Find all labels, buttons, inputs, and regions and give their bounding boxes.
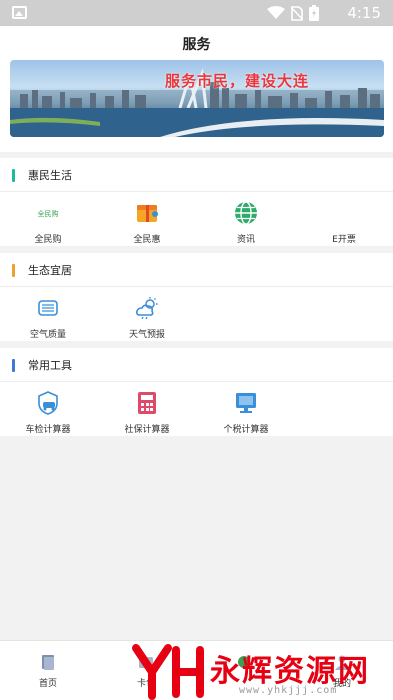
quanmingou-logo-icon: 全民购 xyxy=(35,206,61,220)
tax-monitor-icon xyxy=(236,393,256,413)
banner-container: 服务市民，建设大连 xyxy=(0,60,393,152)
watermark-logo-icon xyxy=(132,644,204,700)
image-notification-icon xyxy=(12,6,27,19)
svg-text:全民购: 全民购 xyxy=(38,209,59,218)
section-title: 生态宜居 xyxy=(28,264,72,277)
service-item-weather[interactable]: 天气预报 xyxy=(107,295,187,340)
section-grid: 车检计算器 社保计算器 个税计算器 xyxy=(0,382,393,442)
tab-home[interactable]: 首页 xyxy=(18,653,78,689)
section-huimin-life: 惠民生活 全民购 全民购 全民惠 资讯 E开票 xyxy=(0,158,393,246)
status-icons xyxy=(267,5,319,21)
service-item-social-security-calc[interactable]: 社保计算器 xyxy=(107,390,187,435)
clock: 4:15 xyxy=(347,4,381,22)
home-icon xyxy=(42,655,54,670)
section-grid: 空气质量 天气预报 xyxy=(0,287,393,347)
tab-label: 首页 xyxy=(38,679,57,689)
section-header: 惠民生活 xyxy=(0,158,393,192)
status-bar: 4:15 xyxy=(0,0,393,26)
section-accent-bar xyxy=(12,264,15,277)
service-item-label: 空气质量 xyxy=(29,330,66,340)
service-item-label: E开票 xyxy=(332,235,356,245)
service-item-label: 资讯 xyxy=(236,235,255,245)
e-invoice-icon-placeholder xyxy=(331,200,357,226)
service-item-label: 社保计算器 xyxy=(124,425,170,435)
section-grid: 全民购 全民购 全民惠 资讯 E开票 xyxy=(0,192,393,252)
globe-icon xyxy=(235,201,257,225)
service-item-quanminhui[interactable]: 全民惠 xyxy=(107,200,187,245)
wifi-icon xyxy=(267,6,285,19)
car-inspection-icon xyxy=(38,391,58,415)
gift-icon xyxy=(137,205,158,222)
battery-charging-icon xyxy=(309,5,319,21)
page-title: 服务 xyxy=(182,37,211,53)
service-item-quanmingou[interactable]: 全民购 全民购 xyxy=(8,200,88,245)
service-item-air-quality[interactable]: 空气质量 xyxy=(8,295,88,340)
weather-icon xyxy=(136,297,158,320)
service-item-label: 天气预报 xyxy=(128,330,165,340)
service-item-label: 个税计算器 xyxy=(223,425,269,435)
section-accent-bar xyxy=(12,169,15,182)
service-item-news[interactable]: 资讯 xyxy=(206,200,286,245)
section-common-tools: 常用工具 车检计算器 社保计算器 个税计算器 xyxy=(0,348,393,436)
section-header: 生态宜居 xyxy=(0,253,393,287)
service-item-label: 全民惠 xyxy=(133,235,161,245)
service-item-income-tax-calc[interactable]: 个税计算器 xyxy=(206,390,286,435)
service-item-label: 全民购 xyxy=(34,235,62,245)
section-title: 惠民生活 xyxy=(28,169,72,182)
watermark-overlay: 永辉资源网 www.yhkjjj.com xyxy=(125,640,393,700)
app-header: 服务 xyxy=(0,26,393,60)
service-item-label: 车检计算器 xyxy=(25,425,71,435)
city-banner[interactable]: 服务市民，建设大连 xyxy=(10,60,384,137)
section-eco-living: 生态宜居 空气质量 天气预报 xyxy=(0,253,393,341)
watermark-text: 永辉资源网 xyxy=(210,654,370,689)
service-item-e-invoice[interactable]: E开票 xyxy=(304,200,384,245)
banner-slogan: 服务市民，建设大连 xyxy=(165,72,310,90)
section-header: 常用工具 xyxy=(0,348,393,382)
section-accent-bar xyxy=(12,359,15,372)
calculator-icon xyxy=(138,392,156,414)
watermark-url: www.yhkjjj.com xyxy=(239,685,338,696)
section-title: 常用工具 xyxy=(28,359,72,372)
no-sim-icon xyxy=(291,5,303,21)
service-item-car-inspection-calc[interactable]: 车检计算器 xyxy=(8,390,88,435)
air-quality-icon xyxy=(38,300,58,316)
